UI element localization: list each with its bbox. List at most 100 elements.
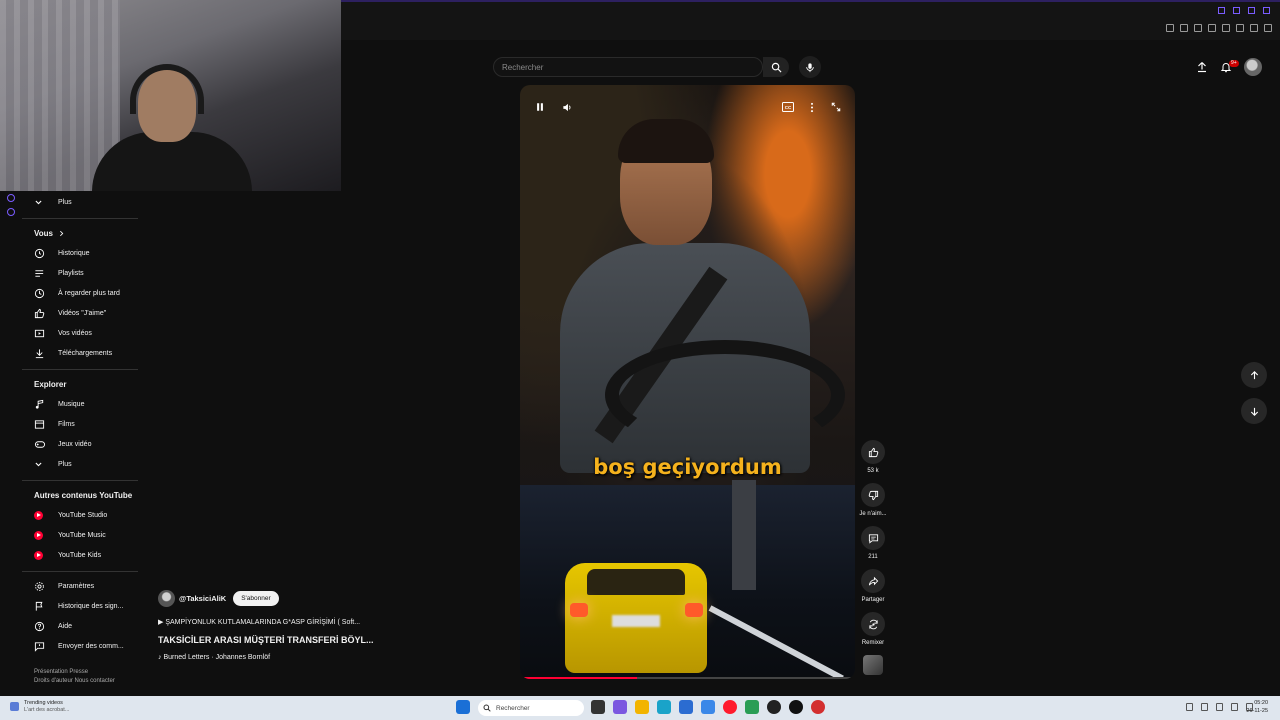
wallet-icon[interactable] <box>1236 24 1244 32</box>
pause-button[interactable] <box>532 99 548 115</box>
video-title[interactable]: TAKSİCİLER ARASI MÜŞTERİ TRANSFERİ BÖYL.… <box>158 635 398 645</box>
footer-links-2[interactable]: Droits d'auteur Nous contacter <box>34 677 140 686</box>
tray-chevron-icon[interactable] <box>1186 703 1193 711</box>
share-action[interactable]: Partager <box>858 569 888 603</box>
search-box[interactable] <box>493 57 763 77</box>
network-icon[interactable] <box>1201 703 1208 711</box>
sidebar-item-films[interactable]: Films <box>22 414 140 434</box>
sheets-icon[interactable] <box>745 700 759 714</box>
edge-icon[interactable] <box>657 700 671 714</box>
file-explorer-icon[interactable] <box>635 700 649 714</box>
sidebar-footer: Présentation Presse Droits d'auteur Nous… <box>22 668 140 686</box>
video-progress-bar[interactable] <box>520 677 855 679</box>
sidebar-item-report-history[interactable]: Historique des sign... <box>22 596 140 616</box>
share-button[interactable] <box>861 569 885 593</box>
volume-button[interactable] <box>559 99 575 115</box>
play-icon[interactable] <box>1208 24 1216 32</box>
divider <box>22 218 138 219</box>
more-options-button[interactable] <box>804 99 820 115</box>
dislike-action[interactable]: Je n'aim... <box>858 483 888 517</box>
steam-icon[interactable] <box>767 700 781 714</box>
subscribe-button[interactable]: S'abonner <box>233 591 279 606</box>
chrome-icon[interactable] <box>811 700 825 714</box>
shield-icon[interactable] <box>1194 24 1202 32</box>
user-avatar[interactable] <box>1244 58 1262 76</box>
app-icon[interactable] <box>789 700 803 714</box>
share-label: Partager <box>861 597 885 603</box>
remix-button[interactable] <box>861 612 885 636</box>
tab-icon[interactable] <box>1180 24 1188 32</box>
next-short-button[interactable] <box>1241 398 1267 424</box>
bookmark-icon[interactable] <box>1166 24 1174 32</box>
task-view-icon[interactable] <box>591 700 605 714</box>
sidebar-item-label: À regarder plus tard <box>58 289 120 297</box>
voice-search-button[interactable] <box>799 56 821 78</box>
youtube-studio-icon <box>34 510 43 520</box>
divider <box>22 480 138 481</box>
taskbar-search[interactable]: Rechercher <box>478 700 584 716</box>
windows-start-icon[interactable] <box>456 700 470 714</box>
sidebar-item-more[interactable]: Plus <box>22 454 140 474</box>
sidebar-item-youtube-studio[interactable]: YouTube Studio <box>22 505 140 525</box>
mail-icon[interactable] <box>701 700 715 714</box>
music-credit[interactable]: ♪ Burned Letters · Johannes Bornlöf <box>158 654 398 661</box>
taskbar-clock[interactable]: 05:20 26-11-25 <box>1246 699 1268 715</box>
taskbar-widget[interactable]: Trending videos L'art des acrobat... <box>10 700 69 714</box>
related-video-link[interactable]: ▶ ŞAMPİYONLUK KUTLAMALARINDA G*ASP GİRİŞ… <box>158 618 398 626</box>
sidebar-item-label: Vidéos "J'aime" <box>58 309 107 317</box>
close-icon[interactable] <box>1263 7 1270 14</box>
footer-links-1[interactable]: Présentation Presse <box>34 668 140 677</box>
restore-icon[interactable] <box>1248 7 1255 14</box>
sound-thumbnail[interactable] <box>863 655 883 675</box>
sidebar-item-youtube-kids[interactable]: YouTube Kids <box>22 545 140 565</box>
sidebar-section-you[interactable]: Vous <box>22 223 140 243</box>
chat-icon[interactable] <box>613 700 627 714</box>
like-button[interactable] <box>861 440 885 464</box>
dislike-button[interactable] <box>861 483 885 507</box>
search-button[interactable] <box>763 57 789 77</box>
heart-icon[interactable] <box>1222 24 1230 32</box>
sidebar-item-label: Historique <box>58 249 90 257</box>
channel-avatar[interactable] <box>158 590 175 607</box>
window-controls[interactable] <box>1218 7 1270 14</box>
shorts-video-player[interactable]: boş geçiyordum CC <box>520 85 855 679</box>
store-icon[interactable] <box>679 700 693 714</box>
comments-button[interactable] <box>861 526 885 550</box>
sidebar-item-music[interactable]: Musique <box>22 394 140 414</box>
mic-icon[interactable] <box>1216 703 1223 711</box>
widget-subtitle: L'art des acrobat... <box>24 707 70 713</box>
sidebar-item-history[interactable]: Historique <box>22 243 140 263</box>
menu-icon[interactable] <box>1264 24 1272 32</box>
download-icon[interactable] <box>1250 24 1258 32</box>
fullscreen-button[interactable] <box>828 99 844 115</box>
search-icon[interactable] <box>1218 7 1225 14</box>
speaker-icon[interactable] <box>1231 703 1238 711</box>
like-action[interactable]: 53 k <box>858 440 888 474</box>
sidebar-item-feedback[interactable]: Envoyer des comm... <box>22 636 140 656</box>
sidebar-item-downloads[interactable]: Téléchargements <box>22 343 140 363</box>
remix-action[interactable]: Remixer <box>858 612 888 646</box>
sidebar-item-more-top[interactable]: Plus <box>22 192 140 212</box>
sidebar-item-liked-videos[interactable]: Vidéos "J'aime" <box>22 303 140 323</box>
upload-icon[interactable] <box>1196 61 1208 73</box>
search-input[interactable] <box>502 60 752 75</box>
previous-short-button[interactable] <box>1241 362 1267 388</box>
rail-icon[interactable] <box>7 194 15 202</box>
captions-button[interactable]: CC <box>780 99 796 115</box>
sidebar-item-help[interactable]: Aide <box>22 616 140 636</box>
sidebar-item-your-videos[interactable]: Vos vidéos <box>22 323 140 343</box>
like-count: 53 k <box>867 468 879 474</box>
opera-icon[interactable] <box>723 700 737 714</box>
channel-name[interactable]: @TaksiciAliK <box>179 594 226 603</box>
minimize-icon[interactable] <box>1233 7 1240 14</box>
sidebar-item-watch-later[interactable]: À regarder plus tard <box>22 283 140 303</box>
comments-action[interactable]: 211 <box>858 526 888 560</box>
rail-icon[interactable] <box>7 208 15 216</box>
sidebar-item-youtube-music[interactable]: YouTube Music <box>22 525 140 545</box>
sidebar-item-label: YouTube Kids <box>58 551 102 559</box>
channel-row: @TaksiciAliK S'abonner <box>158 590 398 607</box>
sidebar-item-playlists[interactable]: Playlists <box>22 263 140 283</box>
sidebar-item-gaming[interactable]: Jeux vidéo <box>22 434 140 454</box>
sidebar-item-settings[interactable]: Paramètres <box>22 576 140 596</box>
gear-icon <box>35 581 44 591</box>
